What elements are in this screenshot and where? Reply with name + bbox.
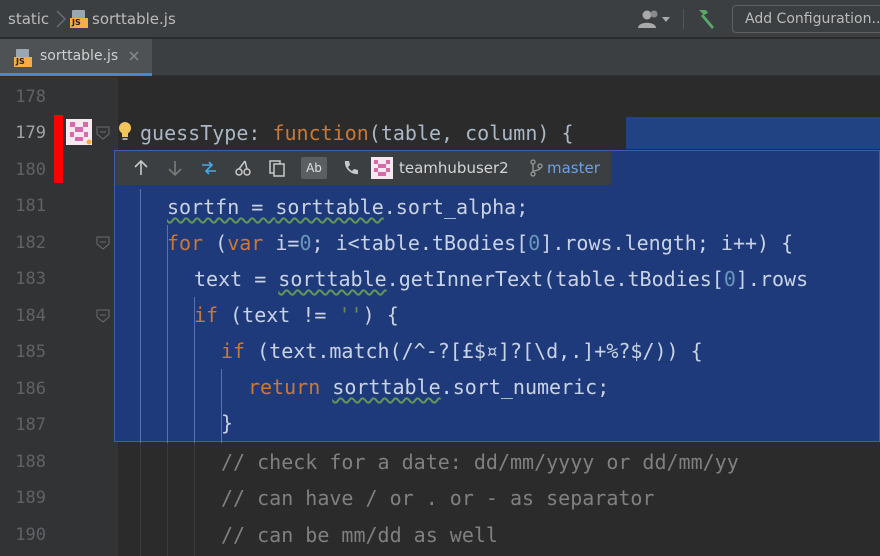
keyword: return bbox=[248, 375, 321, 399]
code-text: (table, column) { bbox=[368, 121, 574, 145]
avatar-icon bbox=[371, 157, 393, 179]
function-name: guessType bbox=[140, 121, 249, 145]
line-number: 185 bbox=[15, 342, 46, 362]
branch-name[interactable]: master bbox=[547, 151, 600, 185]
rollback-icon[interactable] bbox=[233, 158, 253, 178]
navigation-bar: static JS sorttable.js Add Configuration… bbox=[0, 0, 880, 38]
arrow-up-icon[interactable] bbox=[131, 158, 151, 178]
indent-guide bbox=[167, 443, 168, 556]
selection-highlight bbox=[626, 117, 880, 149]
line-number: 189 bbox=[15, 488, 46, 508]
js-file-icon: JS bbox=[14, 49, 32, 67]
code-text: text = bbox=[194, 267, 279, 291]
number-literal: 0 bbox=[299, 231, 312, 255]
compare-icon[interactable] bbox=[199, 158, 219, 178]
line-number: 186 bbox=[15, 379, 46, 399]
code-text: (text.match(/^-?[£$¤]?[\d,.]+%?$/)) { bbox=[245, 339, 703, 363]
tab-sorttable-js[interactable]: JS sorttable.js bbox=[0, 39, 152, 76]
breadcrumb-folder[interactable]: static bbox=[8, 0, 49, 38]
chevron-right-icon bbox=[56, 10, 67, 28]
avatar-icon[interactable] bbox=[66, 119, 92, 145]
line-number: 179 bbox=[15, 123, 46, 143]
line-number: 183 bbox=[15, 269, 46, 289]
toolbar-divider bbox=[683, 9, 684, 29]
line-number: 181 bbox=[15, 196, 46, 216]
vcs-diff-popup[interactable]: Ab teamhubuser2 master sortfn = sorttabl… bbox=[114, 150, 880, 443]
hammer-icon[interactable] bbox=[694, 7, 718, 31]
code-text: ].rows bbox=[735, 267, 809, 291]
editor-tab-bar: JS sorttable.js bbox=[0, 39, 880, 76]
code-text: ].rows.length; i++) { bbox=[540, 231, 794, 255]
code-text: sorttable bbox=[278, 267, 387, 291]
tab-label: sorttable.js bbox=[40, 48, 119, 64]
fold-icon[interactable] bbox=[96, 236, 110, 250]
code-editor[interactable]: 178 179 180 181 182 183 184 185 186 187 … bbox=[0, 77, 880, 556]
line-number: 182 bbox=[15, 233, 46, 253]
code-line-186[interactable]: return sorttable.sort_numeric; bbox=[248, 369, 609, 405]
code-text: } bbox=[221, 411, 234, 435]
code-line-182[interactable]: for (var i=0; i<table.tBodies[0].rows.le… bbox=[167, 225, 793, 261]
line-number: 178 bbox=[15, 87, 46, 107]
ab-icon[interactable]: Ab bbox=[301, 157, 327, 179]
code-text: ( bbox=[203, 231, 228, 255]
code-text: i= bbox=[263, 231, 300, 255]
keyword: var bbox=[227, 231, 264, 255]
code-text: ; i<table.tBodies[ bbox=[311, 231, 529, 255]
breadcrumb-file[interactable]: sorttable.js bbox=[92, 0, 176, 38]
line-number: 190 bbox=[15, 525, 46, 545]
code-text: ) { bbox=[362, 303, 399, 327]
user-dropdown-icon[interactable] bbox=[636, 8, 676, 30]
keyword: for bbox=[167, 231, 204, 255]
close-icon[interactable] bbox=[127, 49, 141, 63]
lightbulb-icon[interactable] bbox=[118, 121, 132, 141]
code-text: .sort_alpha; bbox=[383, 195, 529, 219]
code-text: sorttable bbox=[332, 375, 441, 399]
code-text: .sort_numeric; bbox=[440, 375, 610, 399]
code-text: (text != bbox=[218, 303, 339, 327]
line-number: 187 bbox=[15, 415, 46, 435]
copy-icon[interactable] bbox=[267, 158, 287, 178]
code-line-184[interactable]: if (text != '') { bbox=[194, 297, 399, 333]
line-number: 188 bbox=[15, 452, 46, 472]
vcs-change-marker[interactable] bbox=[54, 115, 63, 183]
line-number: 180 bbox=[15, 160, 46, 180]
add-configuration-button[interactable]: Add Configuration... bbox=[732, 5, 880, 33]
keyword: function bbox=[272, 121, 369, 145]
code-line-188[interactable]: // check for a date: dd/mm/yyyy or dd/mm… bbox=[221, 444, 739, 480]
code-text: sortfn = bbox=[167, 195, 276, 219]
code-text: sorttable bbox=[275, 195, 384, 219]
arrow-down-icon[interactable] bbox=[165, 158, 185, 178]
js-file-icon: JS bbox=[70, 10, 88, 28]
indent-guide bbox=[194, 443, 195, 556]
commit-author: teamhubuser2 bbox=[399, 159, 509, 177]
diff-popup-toolbar: Ab teamhubuser2 master bbox=[115, 151, 611, 185]
string-literal: '' bbox=[338, 303, 363, 327]
indent-guide bbox=[140, 443, 141, 556]
branch-icon bbox=[530, 159, 543, 177]
code-line-185[interactable]: if (text.match(/^-?[£$¤]?[\d,.]+%?$/)) { bbox=[221, 333, 703, 369]
tab-active-indicator bbox=[0, 73, 152, 76]
indent-guide bbox=[140, 189, 141, 443]
phone-icon[interactable] bbox=[341, 158, 361, 178]
code-line-190[interactable]: // can be mm/dd as well bbox=[221, 517, 498, 553]
number-literal: 0 bbox=[723, 267, 736, 291]
code-line-189[interactable]: // can have / or . or - as separator bbox=[221, 480, 654, 516]
keyword: if bbox=[194, 303, 219, 327]
code-line-181[interactable]: sortfn = sorttable.sort_alpha; bbox=[167, 189, 528, 225]
number-literal: 0 bbox=[528, 231, 541, 255]
code-line-183[interactable]: text = sorttable.getInnerText(table.tBod… bbox=[194, 261, 808, 297]
fold-icon[interactable] bbox=[96, 126, 110, 140]
code-line-187[interactable]: } bbox=[221, 405, 233, 441]
fold-icon[interactable] bbox=[96, 309, 110, 323]
line-number: 184 bbox=[15, 306, 46, 326]
code-line-179[interactable]: guessType: function(table, column) { bbox=[140, 115, 574, 151]
code-text: .getInnerText(table.tBodies[ bbox=[386, 267, 724, 291]
code-text: : bbox=[248, 121, 273, 145]
keyword: if bbox=[221, 339, 246, 363]
